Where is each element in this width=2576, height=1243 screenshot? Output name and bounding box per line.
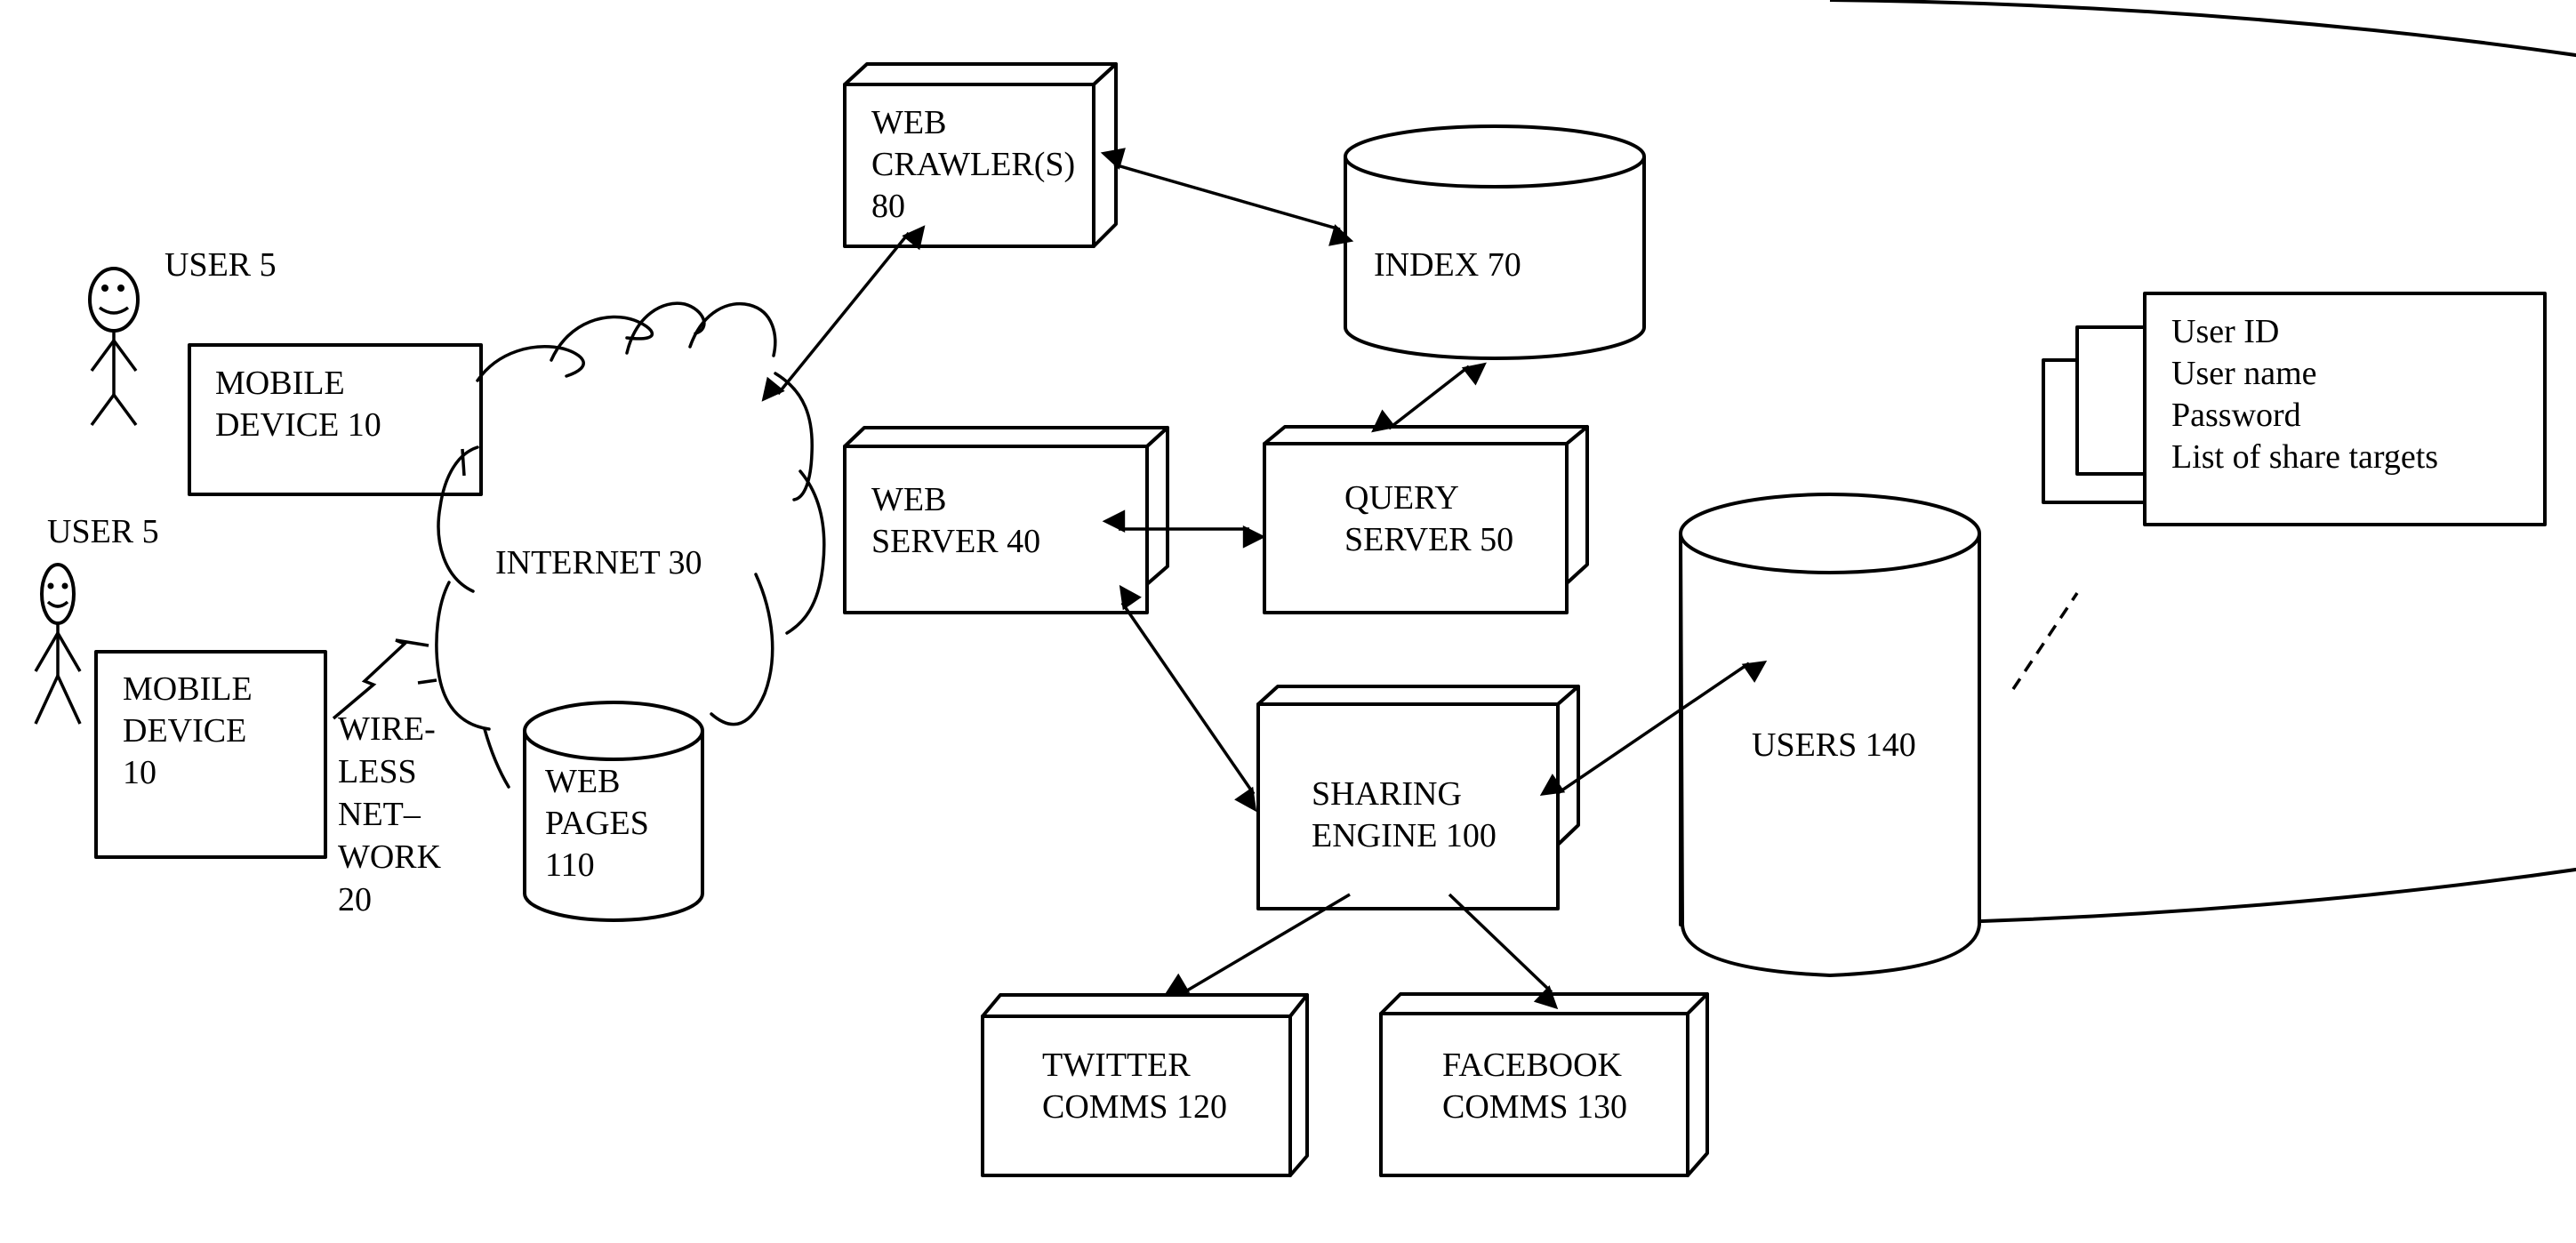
record-field: List of share targets	[2171, 438, 2438, 476]
arrow-internet-crawlers	[761, 225, 926, 402]
user-label: USER 5	[165, 246, 277, 284]
arrow-index-query	[1371, 362, 1487, 433]
record-field: User ID	[2171, 313, 2279, 350]
record-field: User name	[2171, 355, 2317, 392]
mobile-device-top: MOBILE DEVICE 10	[188, 343, 483, 496]
sharing-engine-label-line: ENGINE 100	[1312, 817, 1497, 854]
web-pages-database: WEB PAGES 110	[523, 701, 704, 922]
arrow-web-sharing	[1119, 584, 1257, 813]
web-crawlers-label-line: 80	[871, 188, 905, 225]
web-pages-label-line: WEB	[545, 763, 620, 800]
internet-label: INTERNET 30	[495, 544, 702, 581]
database-cylinder-icon	[1344, 124, 1646, 360]
web-server-label-line: SERVER 40	[871, 523, 1040, 560]
query-server-label-line: SERVER 50	[1344, 521, 1513, 558]
sharing-engine-node: SHARING ENGINE 100	[1256, 685, 1580, 910]
sharing-engine-label-line: SHARING	[1312, 775, 1462, 813]
web-server-node: WEB SERVER 40	[843, 426, 1169, 614]
index-database: INDEX 70	[1344, 124, 1646, 360]
wireless-label-line: LESS	[338, 753, 417, 790]
query-server-node: QUERY SERVER 50	[1263, 425, 1589, 614]
lightning-bolt-icon	[332, 638, 429, 720]
server-box-icon	[1379, 992, 1709, 1177]
server-box-icon	[1263, 425, 1589, 614]
web-crawlers-label-line: CRAWLER(S)	[871, 146, 1075, 183]
twitter-comms-label-line: TWITTER	[1042, 1047, 1191, 1084]
facebook-comms-label-line: FACEBOOK	[1442, 1047, 1623, 1084]
web-server-label-line: WEB	[871, 481, 946, 518]
user-record-stack: User ID User name Password List of share…	[2042, 292, 2547, 526]
server-box-icon	[843, 426, 1169, 614]
web-crawlers-node: WEB CRAWLER(S) 80	[843, 62, 1118, 248]
mobile-device-label-line: MOBILE	[215, 365, 345, 402]
facebook-comms-label-line: COMMS 130	[1442, 1088, 1627, 1126]
index-label: INDEX 70	[1374, 246, 1521, 284]
web-crawlers-label-line: WEB	[871, 104, 946, 141]
twitter-comms-node: TWITTER COMMS 120	[981, 993, 1309, 1177]
server-box-icon	[981, 993, 1309, 1177]
mobile-device-bottom: MOBILE DEVICE 10	[94, 650, 327, 859]
wireless-label-line: 20	[338, 881, 372, 918]
facebook-comms-node: FACEBOOK COMMS 130	[1379, 992, 1709, 1177]
stick-figure-icon	[34, 563, 82, 725]
mobile-device-label-line: MOBILE	[123, 670, 253, 708]
system-architecture-diagram: USER 5 USER 5 MOBILE DEVICE 10 MOBILE DE…	[34, 0, 2576, 1177]
user-label: USER 5	[47, 513, 159, 550]
record-field: Password	[2171, 397, 2301, 434]
wireless-label-line: NET–	[338, 796, 421, 833]
web-pages-label-line: 110	[545, 846, 595, 884]
mobile-device-label-line: DEVICE 10	[215, 406, 381, 444]
arrow-crawlers-index	[1100, 148, 1354, 246]
twitter-comms-label-line: COMMS 120	[1042, 1088, 1227, 1126]
users-db-label: USERS 140	[1752, 726, 1916, 764]
query-server-label-line: QUERY	[1344, 479, 1459, 517]
mobile-device-label-line: 10	[123, 754, 156, 791]
stick-figure-icon	[88, 267, 140, 427]
web-pages-label-line: PAGES	[545, 805, 649, 842]
mobile-device-label-line: DEVICE	[123, 712, 246, 750]
wireless-label-line: WORK	[338, 838, 442, 876]
wireless-label-line: WIRE-	[338, 710, 436, 748]
